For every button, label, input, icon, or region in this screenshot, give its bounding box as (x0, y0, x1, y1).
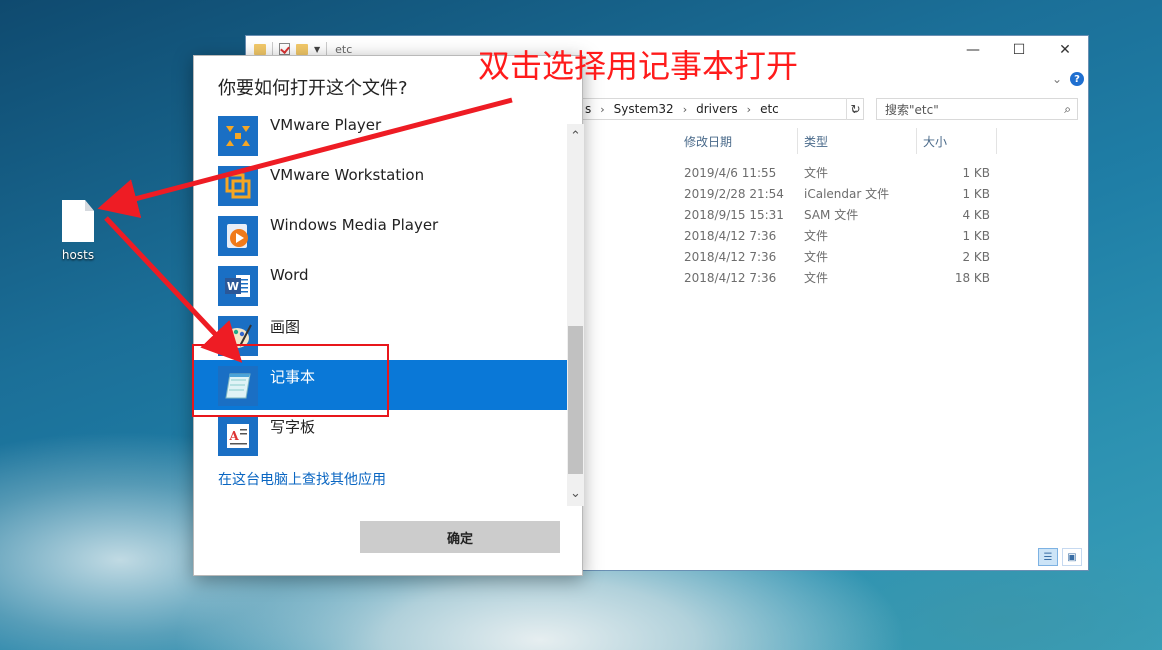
app-label: Windows Media Player (270, 216, 439, 234)
file-row[interactable]: 2019/2/28 21:54 iCalendar 文件 1 KB (684, 183, 1004, 204)
file-size: 1 KB (962, 228, 990, 243)
file-date: 2018/4/12 7:36 (684, 228, 777, 243)
expand-ribbon-chevron-icon[interactable]: ⌄ (1052, 72, 1062, 86)
file-date: 2018/4/12 7:36 (684, 249, 777, 264)
file-row[interactable]: 2018/4/12 7:36 文件 18 KB (684, 267, 1004, 288)
window-controls: — ☐ ✕ (950, 36, 1088, 64)
separator (272, 42, 273, 56)
app-label: VMware Workstation (270, 166, 425, 184)
file-row[interactable]: 2018/4/12 7:36 文件 1 KB (684, 225, 1004, 246)
breadcrumb-etc[interactable]: etc (760, 102, 779, 116)
windows-media-player-icon (218, 216, 258, 256)
file-size: 4 KB (962, 207, 990, 222)
file-icon (62, 200, 94, 242)
breadcrumb-drivers[interactable]: drivers (696, 102, 738, 116)
app-item-vmware-player[interactable]: VMware Player (194, 116, 584, 166)
search-icon: ⌕ (1064, 101, 1071, 116)
separator (326, 42, 328, 56)
find-more-apps-link[interactable]: 在这台电脑上查找其他应用 (218, 469, 386, 489)
window-title: etc (335, 42, 353, 56)
file-type: 文件 (804, 271, 829, 285)
app-label: 画图 (270, 318, 301, 336)
large-icons-view-icon[interactable]: ▣ (1062, 548, 1082, 566)
search-input[interactable]: 搜索"etc" ⌕ (876, 98, 1078, 120)
details-view-icon[interactable]: ☰ (1038, 548, 1058, 566)
word-icon: W (218, 266, 258, 306)
file-row[interactable]: 2018/9/15 15:31 SAM 文件 4 KB (684, 204, 1004, 225)
app-item-word[interactable]: W Word (194, 266, 584, 316)
wordpad-icon: A (218, 416, 258, 456)
desktop-icon-label: hosts (61, 248, 95, 262)
breadcrumb-partial[interactable]: s (585, 102, 591, 116)
file-date: 2018/9/15 15:31 (684, 207, 784, 222)
app-label: 写字板 (270, 418, 316, 436)
file-size: 18 KB (954, 270, 990, 285)
ribbon-controls: ⌄ ? (1052, 72, 1084, 86)
app-item-wordpad[interactable]: A 写字板 (194, 416, 584, 466)
scroll-up-icon[interactable]: ⌃ (567, 128, 584, 145)
desktop-hosts-file[interactable]: hosts (57, 200, 99, 262)
scroll-down-icon[interactable]: ⌄ (567, 485, 584, 502)
file-type: 文件 (804, 166, 829, 180)
file-type: 文件 (804, 250, 829, 264)
vmware-player-icon (218, 116, 258, 156)
chevron-right-icon[interactable]: › (683, 103, 687, 116)
vmware-workstation-icon (218, 166, 258, 206)
file-type: SAM 文件 (804, 208, 859, 222)
scrollbar-thumb[interactable] (568, 326, 583, 474)
svg-text:W: W (227, 280, 239, 293)
refresh-button[interactable]: ↻ (846, 98, 864, 120)
file-list: 2019/4/6 11:55 文件 1 KB 2019/2/28 21:54 i… (684, 162, 1004, 288)
app-list: VMware Player VMware Workstation Windows… (194, 116, 584, 506)
help-icon[interactable]: ? (1070, 72, 1084, 86)
file-row[interactable]: 2018/4/12 7:36 文件 2 KB (684, 246, 1004, 267)
column-header-date[interactable]: 修改日期 (678, 128, 798, 154)
folder-icon[interactable] (254, 43, 266, 55)
file-type: iCalendar 文件 (804, 187, 890, 201)
file-size: 2 KB (962, 249, 990, 264)
customize-dropdown-icon[interactable]: ▼ (314, 45, 320, 54)
ok-button[interactable]: 确定 (360, 521, 560, 553)
open-with-dialog: 你要如何打开这个文件? VMware Player VMware Worksta… (193, 55, 584, 576)
close-button[interactable]: ✕ (1042, 36, 1088, 64)
app-item-windows-media-player[interactable]: Windows Media Player (194, 216, 584, 266)
file-size: 1 KB (962, 186, 990, 201)
file-date: 2018/4/12 7:36 (684, 270, 777, 285)
svg-text:A: A (228, 429, 239, 443)
view-switcher: ☰ ▣ (1038, 548, 1082, 566)
chevron-right-icon[interactable]: › (600, 103, 604, 116)
app-label: VMware Player (270, 116, 382, 134)
new-folder-icon[interactable] (296, 43, 308, 55)
column-header-size[interactable]: 大小 (917, 128, 997, 154)
app-item-vmware-workstation[interactable]: VMware Workstation (194, 166, 584, 216)
column-header-type[interactable]: 类型 (798, 128, 917, 154)
properties-icon[interactable] (279, 43, 290, 55)
annotation-highlight-box (192, 344, 389, 417)
file-date: 2019/4/6 11:55 (684, 165, 777, 180)
app-list-scrollbar[interactable]: ⌃ ⌄ (567, 124, 584, 506)
breadcrumb-system32[interactable]: System32 (614, 102, 674, 116)
file-type: 文件 (804, 229, 829, 243)
annotation-text: 双击选择用记事本打开 (478, 47, 799, 85)
dialog-title: 你要如何打开这个文件? (218, 78, 408, 99)
file-row[interactable]: 2019/4/6 11:55 文件 1 KB (684, 162, 1004, 183)
search-placeholder: 搜索"etc" (885, 102, 939, 117)
chevron-right-icon[interactable]: › (747, 103, 751, 116)
address-bar[interactable]: s › System32 › drivers › etc ⌄ (580, 98, 864, 120)
file-size: 1 KB (962, 165, 990, 180)
minimize-button[interactable]: — (950, 36, 996, 64)
quick-access-toolbar: ▼ etc (254, 42, 352, 56)
file-date: 2019/2/28 21:54 (684, 186, 784, 201)
maximize-button[interactable]: ☐ (996, 36, 1042, 64)
app-label: Word (270, 266, 309, 284)
